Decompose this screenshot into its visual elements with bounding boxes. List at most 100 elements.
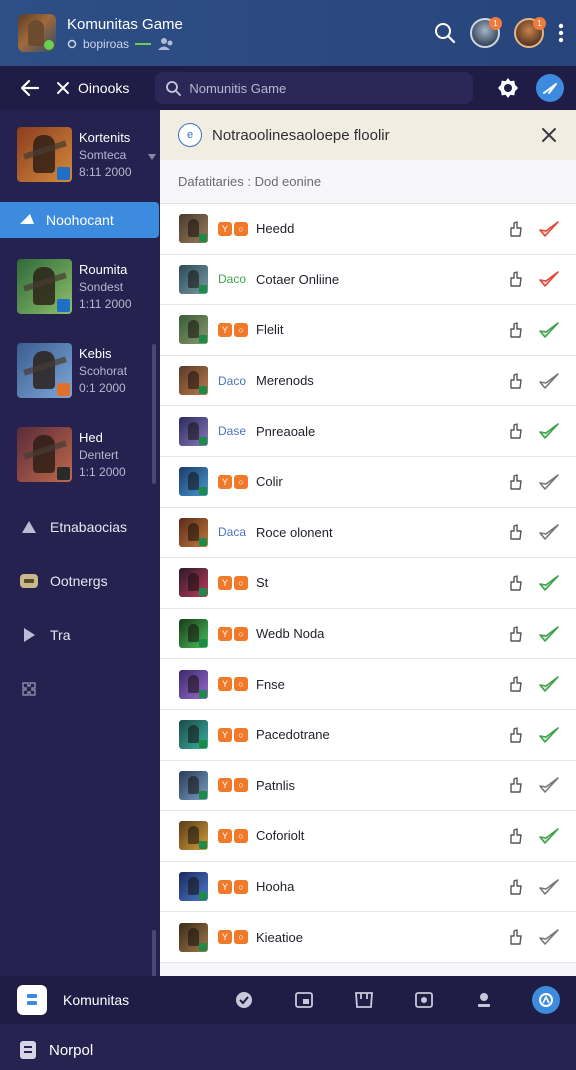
table-row[interactable]: Y ○ Flelit bbox=[160, 305, 576, 356]
game-name: Coforiolt bbox=[256, 828, 305, 844]
sidebar-item-label: Norpol bbox=[49, 1041, 94, 1059]
thumbs-up-icon[interactable] bbox=[508, 372, 524, 390]
check-icon[interactable] bbox=[538, 422, 560, 440]
platform-tag-icon: Y bbox=[218, 828, 232, 843]
search-icon[interactable] bbox=[434, 22, 456, 44]
thumbs-up-icon[interactable] bbox=[508, 928, 524, 946]
thumbs-up-icon[interactable] bbox=[508, 827, 524, 845]
close-tab-button[interactable]: Oinooks bbox=[56, 80, 129, 96]
sidebar-game-item[interactable]: Kebis Scohorat 0:1 2000 bbox=[0, 328, 160, 412]
table-row[interactable]: Y ○ Fnse bbox=[160, 659, 576, 710]
thumbs-up-icon[interactable] bbox=[508, 270, 524, 288]
sidebar-game-item[interactable]: Hed Dentert 1:1 2000 bbox=[0, 412, 160, 496]
platform-tag-icon: ○ bbox=[234, 474, 248, 489]
sidebar-item-label: Ootnergs bbox=[50, 573, 108, 589]
table-row[interactable]: Y ○ Wedb Noda bbox=[160, 608, 576, 660]
platform-tag-icon: ○ bbox=[234, 626, 248, 641]
game-thumbnail bbox=[179, 264, 208, 294]
nav-media-button[interactable] bbox=[412, 988, 436, 1012]
table-row[interactable]: Y ○ Heedd bbox=[160, 204, 576, 255]
thumbs-up-icon[interactable] bbox=[508, 220, 524, 238]
check-icon[interactable] bbox=[538, 473, 560, 491]
nav-store-button[interactable] bbox=[352, 988, 376, 1012]
table-row[interactable]: Y ○ Coforiolt bbox=[160, 811, 576, 862]
table-row[interactable]: Y ○ Pacedotrane bbox=[160, 709, 576, 761]
thumbs-up-icon[interactable] bbox=[508, 726, 524, 744]
thumbs-up-icon[interactable] bbox=[508, 473, 524, 491]
table-row[interactable]: Daco Cotaer Onliine bbox=[160, 254, 576, 306]
window-icon bbox=[295, 992, 313, 1008]
thumbs-up-icon[interactable] bbox=[508, 321, 524, 339]
header-subtitle-row: bopiroas bbox=[67, 37, 183, 51]
platform-icon bbox=[199, 386, 207, 395]
check-icon[interactable] bbox=[538, 878, 560, 896]
check-icon[interactable] bbox=[538, 675, 560, 693]
sidebar-item-tra[interactable]: Tra bbox=[0, 608, 160, 662]
check-icon[interactable] bbox=[538, 574, 560, 592]
check-icon[interactable] bbox=[538, 726, 560, 744]
check-icon[interactable] bbox=[538, 625, 560, 643]
thumbs-up-icon[interactable] bbox=[508, 776, 524, 794]
sidebar-item-active[interactable]: Noohocant bbox=[0, 202, 159, 238]
account-icon bbox=[539, 993, 553, 1007]
table-row[interactable]: Dase Pnreaoale bbox=[160, 406, 576, 457]
thumbs-up-icon[interactable] bbox=[508, 422, 524, 440]
sidebar-game-item[interactable]: Kortenits Somteca 8:11 2000 bbox=[0, 112, 160, 196]
sidebar-item-norpol[interactable]: Norpol bbox=[0, 1030, 93, 1070]
check-icon[interactable] bbox=[538, 827, 560, 845]
tag-group: Daco bbox=[218, 374, 252, 388]
more-vertical-icon[interactable] bbox=[558, 23, 564, 43]
nav-profile-button[interactable] bbox=[472, 988, 496, 1012]
game-subtitle: Somteca bbox=[79, 147, 127, 162]
sidebar-scrollbar[interactable] bbox=[152, 344, 156, 484]
nav-account-button[interactable] bbox=[532, 986, 560, 1014]
game-name: Hooha bbox=[256, 879, 295, 895]
app-icon[interactable] bbox=[18, 14, 56, 52]
check-icon[interactable] bbox=[538, 928, 560, 946]
game-name: Wedb Noda bbox=[256, 626, 325, 642]
avatar[interactable]: 1 bbox=[470, 17, 502, 48]
gear-icon[interactable] bbox=[496, 76, 520, 100]
thumbs-up-icon[interactable] bbox=[508, 675, 524, 693]
check-icon[interactable] bbox=[538, 270, 560, 288]
sidebar-item-puzzle[interactable] bbox=[0, 662, 160, 716]
thumbs-up-icon[interactable] bbox=[508, 574, 524, 592]
check-icon[interactable] bbox=[538, 776, 560, 794]
table-row[interactable]: Y ○ Kieatioe bbox=[160, 912, 576, 963]
platform-tag-icon: Y bbox=[218, 930, 232, 945]
platform-tag-icon: Y bbox=[218, 778, 232, 793]
game-name: Patnlis bbox=[256, 777, 296, 793]
thumbs-up-icon[interactable] bbox=[508, 523, 524, 541]
check-icon[interactable] bbox=[538, 321, 560, 339]
check-icon[interactable] bbox=[538, 220, 560, 238]
thumbs-up-icon[interactable] bbox=[508, 878, 524, 896]
chevron-down-icon[interactable] bbox=[148, 154, 156, 160]
nav-check-button[interactable] bbox=[232, 988, 256, 1012]
table-row[interactable]: Y ○ Hooha bbox=[160, 861, 576, 913]
check-icon[interactable] bbox=[538, 523, 560, 541]
game-name: Merenods bbox=[256, 373, 314, 389]
close-banner-icon[interactable] bbox=[538, 124, 560, 146]
table-row[interactable]: Y ○ Colir bbox=[160, 456, 576, 508]
table-row[interactable]: Daco Merenods bbox=[160, 355, 576, 407]
back-button[interactable] bbox=[18, 76, 42, 100]
check-icon[interactable] bbox=[538, 372, 560, 390]
search-bar[interactable] bbox=[155, 72, 474, 104]
avatar[interactable]: 1 bbox=[514, 17, 546, 48]
table-row[interactable]: Y ○ St bbox=[160, 558, 576, 609]
table-row[interactable]: Y ○ Patnlis bbox=[160, 760, 576, 812]
game-thumbnail bbox=[179, 922, 208, 952]
game-meta: Kebis Scohorat 0:1 2000 bbox=[79, 346, 127, 395]
profile-button[interactable] bbox=[536, 74, 564, 102]
sidebar-item-etnabaocias[interactable]: Etnabaocias bbox=[0, 500, 160, 554]
search-input[interactable] bbox=[189, 80, 460, 96]
platform-icon bbox=[199, 790, 207, 799]
sidebar-item-ootnergs[interactable]: Ootnergs bbox=[0, 554, 160, 608]
nav-window-button[interactable] bbox=[292, 988, 316, 1012]
close-icon bbox=[57, 82, 69, 94]
sidebar-game-item[interactable]: Roumita Sondest 1:11 2000 bbox=[0, 244, 160, 328]
game-thumbnail bbox=[17, 342, 72, 398]
thumbs-up-icon[interactable] bbox=[508, 625, 524, 643]
home-button[interactable] bbox=[17, 985, 47, 1015]
table-row[interactable]: Daca Roce olonent bbox=[160, 507, 576, 559]
